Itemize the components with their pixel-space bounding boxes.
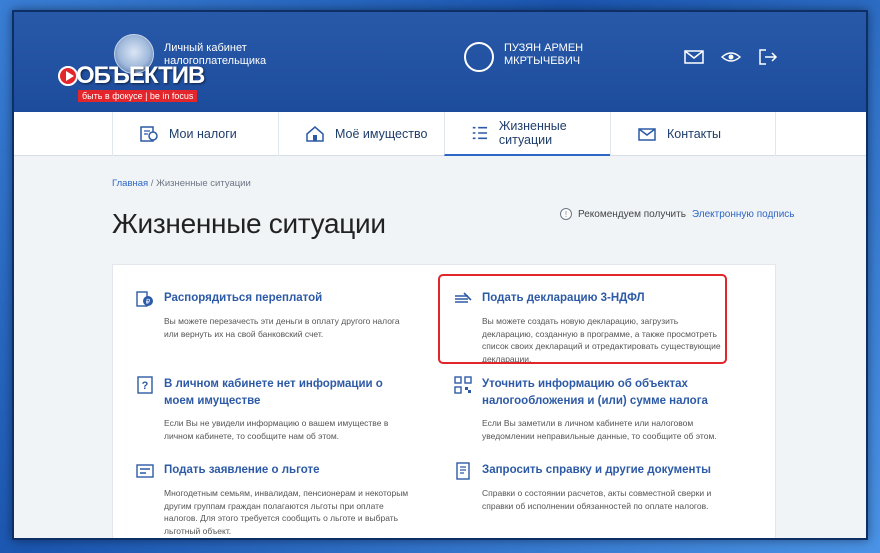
taxes-icon xyxy=(140,126,158,142)
logo-text: ОБЪЕКТИВ xyxy=(76,62,205,89)
nav-label: Мои налоги xyxy=(169,127,237,141)
situation-desc: Если Вы не увидели информацию о вашем им… xyxy=(164,418,389,441)
logo-tagline: быть в фокусе | be in focus xyxy=(78,90,198,102)
nav-label: Контакты xyxy=(667,127,721,141)
situation-no-property-info[interactable]: ? В личном кабинете нет информации о мое… xyxy=(136,376,416,442)
nav-my-property[interactable]: Моё имущество xyxy=(278,112,444,156)
situation-desc: Вы можете перезачесть эти деньги в оплат… xyxy=(164,316,400,339)
situation-request-documents[interactable]: Запросить справку и другие документы Спр… xyxy=(454,462,734,512)
eye-icon[interactable] xyxy=(721,49,741,65)
question-icon: ? xyxy=(137,376,153,394)
recommend-text: Рекомендуем получить xyxy=(578,208,686,220)
coin-icon: ₽ xyxy=(136,291,153,307)
situation-desc: Многодетным семьям, инвалидам, пенсионер… xyxy=(164,488,409,536)
browser-screen: Личный кабинет налогоплательщика ОБЪЕКТИ… xyxy=(12,10,868,540)
nav-label: Моё имущество xyxy=(335,127,428,141)
svg-text:₽: ₽ xyxy=(146,298,151,306)
situation-clarify-info[interactable]: Уточнить информацию об объектах налогооб… xyxy=(454,376,734,442)
situation-overpayment[interactable]: ₽ Распорядиться переплатой Вы можете пер… xyxy=(136,290,416,340)
breadcrumb-current: Жизненные ситуации xyxy=(156,178,251,189)
situation-desc: Если Вы заметили в личном кабинете или н… xyxy=(482,418,717,441)
benefit-icon xyxy=(136,464,154,478)
play-icon xyxy=(58,66,78,86)
situation-title[interactable]: Уточнить информацию об объектах налогооб… xyxy=(482,376,734,410)
red-highlight-box xyxy=(438,274,727,364)
mail-icon[interactable] xyxy=(684,49,704,65)
nav-label: Жизненные ситуации xyxy=(498,119,567,147)
contacts-icon xyxy=(638,128,656,141)
situation-title[interactable]: Запросить справку и другие документы xyxy=(482,462,711,479)
situation-title[interactable]: Подать заявление о льготе xyxy=(164,462,319,479)
breadcrumb-separator: / xyxy=(148,178,157,189)
breadcrumb: Главная / Жизненные ситуации xyxy=(112,178,251,189)
nav-life-situations[interactable]: Жизненные ситуации xyxy=(444,112,610,156)
user-name[interactable]: ПУЗЯН АРМЕН МКРТЫЧЕВИЧ xyxy=(504,42,614,68)
list-icon xyxy=(472,126,488,140)
situation-desc: Справки о состоянии расчетов, акты совме… xyxy=(482,488,712,511)
recommendation: ! Рекомендуем получить Электронную подпи… xyxy=(560,208,795,220)
property-icon xyxy=(306,126,324,142)
svg-text:?: ? xyxy=(142,380,149,392)
qr-icon xyxy=(454,376,472,394)
document-icon xyxy=(456,462,470,480)
nav-my-taxes[interactable]: Мои налоги xyxy=(112,112,278,156)
avatar[interactable] xyxy=(464,42,494,72)
header: Личный кабинет налогоплательщика ОБЪЕКТИ… xyxy=(14,12,866,112)
info-icon: ! xyxy=(560,208,572,220)
main-nav: Мои налоги Моё имущество Жизненные ситуа… xyxy=(14,112,866,156)
situation-benefit-application[interactable]: Подать заявление о льготе Многодетным се… xyxy=(136,462,416,537)
logout-icon[interactable] xyxy=(758,49,778,65)
e-signature-link[interactable]: Электронную подпись xyxy=(692,209,795,220)
breadcrumb-home[interactable]: Главная xyxy=(112,178,148,189)
page-title: Жизненные ситуации xyxy=(112,208,386,239)
situation-title[interactable]: Распорядиться переплатой xyxy=(164,290,322,307)
nav-contacts[interactable]: Контакты xyxy=(610,112,776,156)
situation-title[interactable]: В личном кабинете нет информации о моем … xyxy=(164,376,416,410)
